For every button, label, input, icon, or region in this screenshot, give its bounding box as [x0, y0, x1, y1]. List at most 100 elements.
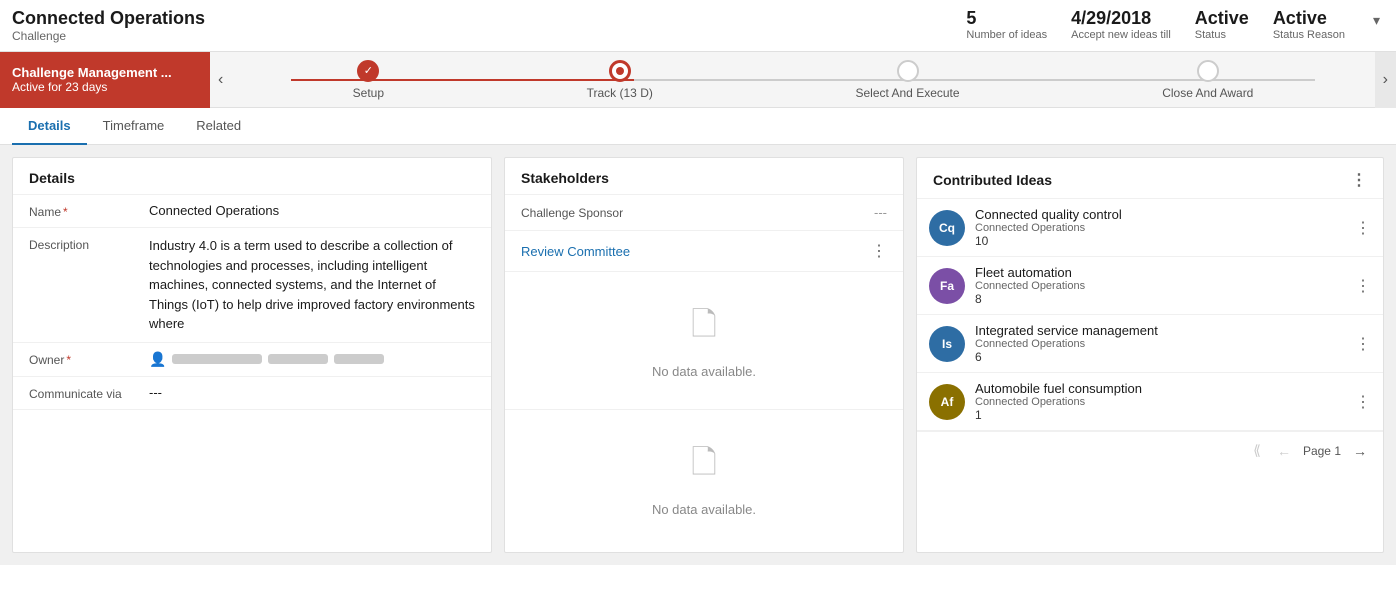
stakeholders-card-header: Stakeholders [505, 158, 903, 195]
header-expand-button[interactable]: ▾ [1369, 8, 1384, 33]
idea-title-cq: Connected quality control [975, 207, 1345, 222]
meta-date: 4/29/2018 Accept new ideas till [1071, 8, 1171, 41]
idea-avatar-cq: Cq [929, 210, 965, 246]
meta-ideas-value: 5 [966, 8, 976, 29]
idea-info-af: Automobile fuel consumption Connected Op… [975, 381, 1345, 422]
document-icon-1: 🗋 [691, 302, 717, 356]
stakeholders-no-data: 🗋 No data available. [505, 272, 903, 409]
meta-status-value: Active [1195, 8, 1249, 29]
idea-menu-is[interactable]: ⋮ [1355, 334, 1371, 354]
tab-details[interactable]: Details [12, 108, 87, 145]
required-star-owner: * [66, 353, 71, 367]
stakeholders-card: Stakeholders Challenge Sponsor --- Revie… [504, 157, 904, 553]
form-value-name: Connected Operations [149, 203, 475, 218]
step-label-setup: Setup [353, 86, 384, 100]
owner-blur-1 [172, 354, 262, 364]
form-value-communicate: --- [149, 385, 475, 400]
ideas-card: Contributed Ideas ⋮ Cq Connected quality… [916, 157, 1384, 553]
owner-blur-2 [268, 354, 328, 364]
page-title: Connected Operations [12, 8, 966, 29]
idea-menu-cq[interactable]: ⋮ [1355, 218, 1371, 238]
form-row-description: Description Industry 4.0 is a term used … [13, 228, 491, 343]
idea-info-cq: Connected quality control Connected Oper… [975, 207, 1345, 248]
pagination-first-button[interactable]: ⟪ [1249, 440, 1265, 461]
form-label-communicate: Communicate via [29, 385, 149, 401]
meta-date-value: 4/29/2018 [1071, 8, 1151, 29]
no-data-text-1: No data available. [652, 364, 756, 379]
idea-menu-fa[interactable]: ⋮ [1355, 276, 1371, 296]
main-content: Details Name * Connected Operations Desc… [0, 145, 1396, 565]
idea-title-af: Automobile fuel consumption [975, 381, 1345, 396]
tab-timeframe[interactable]: Timeframe [87, 108, 181, 145]
chevron-left-icon: ‹ [218, 71, 223, 89]
idea-row-af: Af Automobile fuel consumption Connected… [917, 373, 1383, 431]
idea-count-cq: 10 [975, 234, 1345, 248]
idea-info-fa: Fleet automation Connected Operations 8 [975, 265, 1345, 306]
pagination-next-button[interactable]: → [1349, 441, 1371, 461]
form-label-owner: Owner * [29, 351, 149, 367]
form-row-communicate: Communicate via --- [13, 377, 491, 410]
step-circle-close [1197, 60, 1219, 82]
pagination-prev-button[interactable]: ← [1273, 441, 1295, 461]
challenge-name: Challenge Management ... [12, 65, 198, 80]
meta-status-label: Status [1195, 29, 1226, 41]
step-select-execute: Select And Execute [855, 60, 959, 100]
form-row-owner: Owner * 👤 [13, 343, 491, 377]
idea-subtitle-fa: Connected Operations [975, 280, 1345, 292]
step-circle-select [897, 60, 919, 82]
idea-avatar-fa: Fa [929, 268, 965, 304]
step-circle-track [609, 60, 631, 82]
idea-row-fa: Fa Fleet automation Connected Operations… [917, 257, 1383, 315]
header-title-section: Connected Operations Challenge [12, 8, 966, 43]
meta-ideas-label: Number of ideas [966, 29, 1047, 41]
idea-row-cq: Cq Connected quality control Connected O… [917, 199, 1383, 257]
page-header: Connected Operations Challenge 5 Number … [0, 0, 1396, 52]
no-data-text-2: No data available. [652, 502, 756, 517]
user-icon: 👤 [149, 351, 166, 368]
meta-ideas: 5 Number of ideas [966, 8, 1047, 41]
progress-sidebar-item: Challenge Management ... Active for 23 d… [0, 52, 210, 108]
ideas-pagination: ⟪ ← Page 1 → [917, 431, 1383, 469]
form-value-description: Industry 4.0 is a term used to describe … [149, 236, 475, 334]
progress-steps: ✓ Setup Track (13 D) Select And Execute … [231, 60, 1374, 100]
review-committee-menu[interactable]: ⋮ [871, 241, 887, 261]
stakeholders-no-data-2: 🗋 No data available. [505, 410, 903, 547]
idea-count-is: 6 [975, 350, 1345, 364]
step-track: Track (13 D) [587, 60, 653, 100]
meta-status-reason: Active Status Reason [1273, 8, 1345, 41]
progress-line-active [291, 79, 634, 81]
document-icon-2: 🗋 [691, 440, 717, 494]
idea-avatar-is: Is [929, 326, 965, 362]
meta-date-label: Accept new ideas till [1071, 29, 1171, 41]
step-setup: ✓ Setup [353, 60, 384, 100]
ideas-card-header: Contributed Ideas ⋮ [917, 158, 1383, 199]
idea-info-is: Integrated service management Connected … [975, 323, 1345, 364]
idea-title-is: Integrated service management [975, 323, 1345, 338]
progress-bar: Challenge Management ... Active for 23 d… [0, 52, 1396, 108]
idea-count-fa: 8 [975, 292, 1345, 306]
form-label-description: Description [29, 236, 149, 252]
step-circle-setup: ✓ [357, 60, 379, 82]
details-card: Details Name * Connected Operations Desc… [12, 157, 492, 553]
chevron-right-icon: › [1383, 71, 1388, 89]
owner-blur-3 [334, 354, 384, 364]
idea-avatar-af: Af [929, 384, 965, 420]
idea-subtitle-af: Connected Operations [975, 396, 1345, 408]
step-label-track: Track (13 D) [587, 86, 653, 100]
idea-subtitle-cq: Connected Operations [975, 222, 1345, 234]
form-label-name: Name * [29, 203, 149, 219]
idea-row-is: Is Integrated service management Connect… [917, 315, 1383, 373]
header-meta: 5 Number of ideas 4/29/2018 Accept new i… [966, 8, 1384, 41]
progress-nav-right[interactable]: › [1375, 52, 1396, 108]
idea-subtitle-is: Connected Operations [975, 338, 1345, 350]
challenge-sponsor-value: --- [874, 205, 887, 220]
review-committee-row: Review Committee ⋮ [505, 231, 903, 272]
ideas-header-menu[interactable]: ⋮ [1351, 170, 1367, 190]
tab-related[interactable]: Related [180, 108, 257, 145]
idea-menu-af[interactable]: ⋮ [1355, 392, 1371, 412]
pagination-page-text: Page 1 [1303, 444, 1341, 458]
progress-nav-left[interactable]: ‹ [210, 52, 231, 108]
ideas-header-label: Contributed Ideas [933, 172, 1052, 188]
meta-status-reason-value: Active [1273, 8, 1327, 29]
details-card-header: Details [13, 158, 491, 195]
